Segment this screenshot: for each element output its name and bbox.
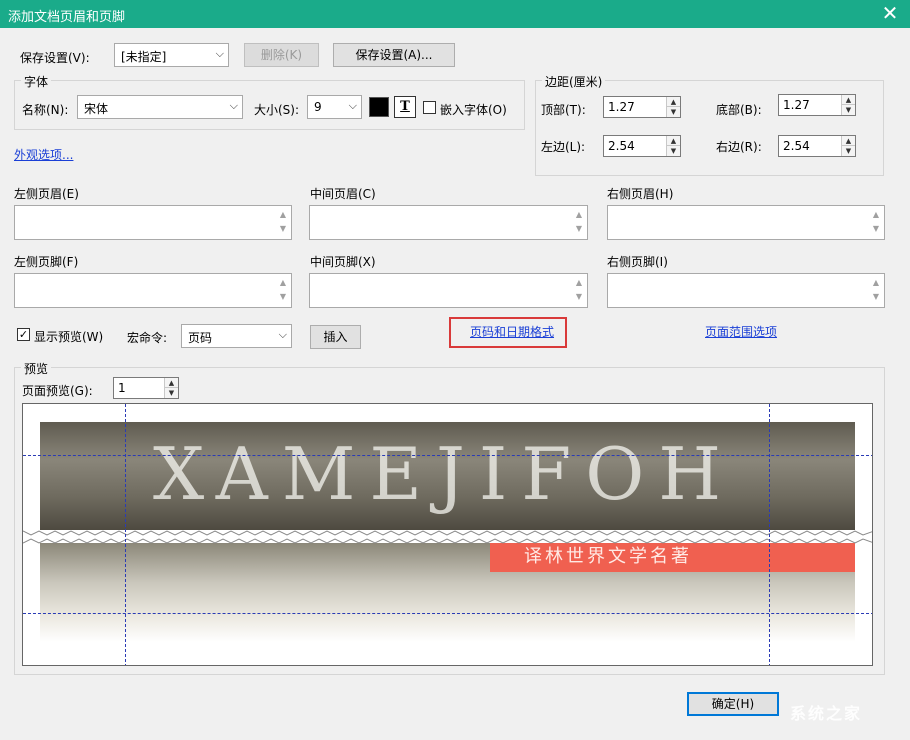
spin-up-icon[interactable]: ▲ — [842, 136, 855, 146]
margin-top-label: 顶部(T): — [541, 103, 586, 117]
delete-button[interactable]: 删除(K) — [244, 43, 319, 67]
page-range-options-link[interactable]: 页面范围选项 — [705, 323, 777, 340]
left-header-input[interactable]: ▲ ▼ — [14, 205, 292, 240]
preview-group-title: 预览 — [21, 360, 52, 377]
center-footer-input[interactable]: ▲ ▼ — [309, 273, 588, 308]
margin-left-value: 2.54 — [608, 139, 635, 153]
save-settings-button[interactable]: 保存设置(A)... — [333, 43, 455, 67]
margin-right-value: 2.54 — [783, 139, 810, 153]
margin-right-spinner[interactable]: 2.54 ▲ ▼ — [778, 135, 856, 157]
left-margin-guide — [125, 404, 126, 665]
margin-right-label: 右边(R): — [716, 140, 762, 154]
scrollbar[interactable]: ▲ ▼ — [573, 276, 585, 305]
scrollbar[interactable]: ▲ ▼ — [870, 276, 882, 305]
saved-settings-value: [未指定] — [121, 50, 167, 64]
spin-down-icon[interactable]: ▼ — [842, 105, 855, 115]
right-footer-input[interactable]: ▲ ▼ — [607, 273, 885, 308]
margin-top-value: 1.27 — [608, 100, 635, 114]
margins-group-title: 边距(厘米) — [542, 73, 606, 90]
font-group-title: 字体 — [21, 73, 52, 90]
margin-bottom-spinner[interactable]: 1.27 ▲ ▼ — [778, 94, 856, 116]
font-size-select[interactable]: 9 ⌵ — [307, 95, 362, 119]
chevron-down-icon: ⌵ — [229, 99, 238, 112]
cover-title-text: XAMEJIFOH — [153, 432, 736, 516]
margin-left-label: 左边(L): — [541, 140, 586, 154]
page-preview-spinner[interactable]: 1 ▲ ▼ — [113, 377, 179, 399]
font-size-value: 9 — [314, 100, 322, 114]
right-header-label: 右侧页眉(H) — [607, 187, 674, 201]
spin-down-icon[interactable]: ▼ — [667, 146, 680, 156]
chevron-down-icon: ⌵ — [215, 47, 224, 60]
appearance-options-link[interactable]: 外观选项... — [14, 146, 73, 163]
saved-settings-label: 保存设置(V): — [20, 51, 90, 65]
page-date-format-link[interactable]: 页码和日期格式 — [470, 323, 554, 340]
spin-up-icon[interactable]: ▲ — [667, 136, 680, 146]
embed-font-checkbox[interactable] — [423, 101, 436, 114]
preview-canvas: XAMEJIFOH 译林世界文学名著 — [22, 403, 873, 666]
spin-down-icon[interactable]: ▼ — [667, 107, 680, 117]
spin-up-icon[interactable]: ▲ — [667, 97, 680, 107]
ok-button[interactable]: 确定(H) — [687, 692, 779, 716]
show-preview-checkbox[interactable]: ✓ — [17, 328, 30, 341]
title-bar: 添加文档页眉和页脚 ✕ — [0, 0, 910, 28]
font-size-label: 大小(S): — [254, 103, 300, 117]
saved-settings-select[interactable]: [未指定] ⌵ — [114, 43, 229, 67]
spin-up-icon[interactable]: ▲ — [842, 95, 855, 105]
dialog-body: 保存设置(V): [未指定] ⌵ 删除(K) 保存设置(A)... 字体 名称(… — [0, 28, 910, 740]
page-break-tear — [23, 530, 872, 544]
spin-down-icon[interactable]: ▼ — [842, 146, 855, 156]
chevron-down-icon: ⌵ — [348, 99, 357, 112]
macro-select[interactable]: 页码 ⌵ — [181, 324, 292, 348]
window-title: 添加文档页眉和页脚 — [8, 10, 126, 25]
margin-bottom-value: 1.27 — [783, 98, 810, 112]
insert-button[interactable]: 插入 — [310, 325, 361, 349]
right-margin-guide — [769, 404, 770, 665]
page-preview-value: 1 — [118, 381, 126, 395]
watermark-logo: 系统之家 — [790, 704, 863, 723]
font-name-value: 宋体 — [84, 102, 109, 116]
font-name-label: 名称(N): — [22, 103, 69, 117]
font-color-swatch[interactable] — [369, 97, 389, 117]
margin-top-spinner[interactable]: 1.27 ▲ ▼ — [603, 96, 681, 118]
right-footer-label: 右侧页脚(I) — [607, 255, 668, 269]
font-name-select[interactable]: 宋体 ⌵ — [77, 95, 243, 119]
spin-up-icon[interactable]: ▲ — [165, 378, 178, 388]
chevron-down-icon: ⌵ — [278, 328, 287, 341]
left-header-label: 左侧页眉(E) — [14, 187, 79, 201]
scrollbar[interactable]: ▲ ▼ — [277, 276, 289, 305]
center-header-label: 中间页眉(C) — [310, 187, 376, 201]
scrollbar[interactable]: ▲ ▼ — [870, 208, 882, 237]
left-footer-input[interactable]: ▲ ▼ — [14, 273, 292, 308]
underline-button[interactable]: T — [394, 96, 416, 118]
close-icon[interactable]: ✕ — [880, 3, 900, 23]
center-header-input[interactable]: ▲ ▼ — [309, 205, 588, 240]
bottom-margin-guide — [23, 613, 872, 614]
top-margin-guide — [23, 455, 872, 456]
spin-down-icon[interactable]: ▼ — [165, 388, 178, 398]
scrollbar[interactable]: ▲ ▼ — [277, 208, 289, 237]
macro-label: 宏命令: — [127, 331, 168, 345]
page-preview-label: 页面预览(G): — [22, 384, 93, 398]
macro-value: 页码 — [188, 331, 213, 345]
center-footer-label: 中间页脚(X) — [310, 255, 376, 269]
left-footer-label: 左侧页脚(F) — [14, 255, 79, 269]
margin-left-spinner[interactable]: 2.54 ▲ ▼ — [603, 135, 681, 157]
scrollbar[interactable]: ▲ ▼ — [573, 208, 585, 237]
embed-font-label: 嵌入字体(O) — [440, 103, 507, 117]
right-header-input[interactable]: ▲ ▼ — [607, 205, 885, 240]
show-preview-label: 显示预览(W) — [34, 330, 104, 344]
margin-bottom-label: 底部(B): — [716, 103, 762, 117]
